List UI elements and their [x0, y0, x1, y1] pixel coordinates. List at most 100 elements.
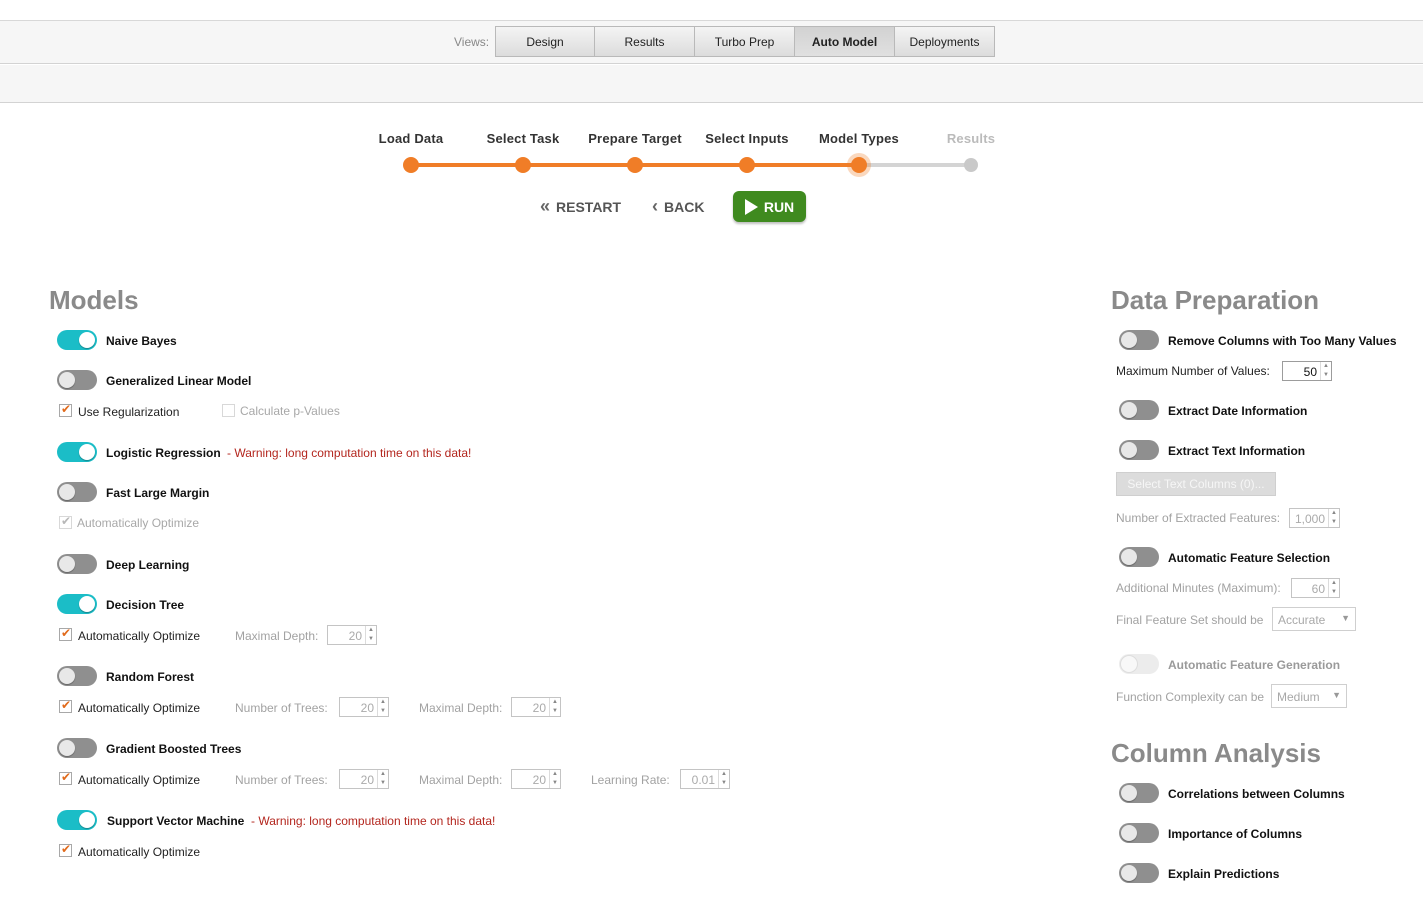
flm-auto-optimize-label: Automatically Optimize: [77, 516, 200, 530]
gbt-learning-rate-value: 0.01: [691, 773, 715, 787]
step-dot-select-task[interactable]: [515, 157, 531, 173]
step-dot-model-types[interactable]: [851, 157, 867, 173]
svm-auto-optimize-checkbox[interactable]: [59, 842, 72, 857]
dt-maximal-depth-value: 20: [348, 629, 362, 643]
rf-auto-optimize-checkbox[interactable]: [59, 698, 72, 713]
remove-columns-toggle[interactable]: [1119, 330, 1159, 350]
importance-toggle[interactable]: [1119, 823, 1159, 843]
feature-selection-toggle[interactable]: [1119, 547, 1159, 567]
restart-label: RESTART: [556, 198, 622, 215]
use-regularization-label: Use Regularization: [78, 405, 180, 419]
extract-text-toggle[interactable]: [1119, 440, 1159, 460]
final-feature-set-value: Accurate: [1278, 613, 1326, 627]
fast-large-margin-toggle[interactable]: [57, 482, 97, 502]
feature-generation-label: Automatic Feature Generation: [1168, 658, 1341, 672]
step-dot-select-inputs[interactable]: [739, 157, 755, 173]
svm-label: Support Vector Machine: [107, 814, 245, 828]
feature-selection-label: Automatic Feature Selection: [1168, 551, 1331, 565]
gbt-label: Gradient Boosted Trees: [106, 742, 242, 756]
max-values-spinner[interactable]: 50 ▲ ▼: [1282, 361, 1332, 381]
deep-learning-label: Deep Learning: [106, 558, 190, 572]
correlations-toggle[interactable]: [1119, 783, 1159, 803]
svm-warning: - Warning: long computation time on this…: [251, 814, 496, 828]
rf-num-trees-spinner[interactable]: 20 ▲ ▼: [339, 697, 389, 717]
final-feature-set-label: Final Feature Set should be: [1116, 613, 1264, 627]
step-dot-load-data[interactable]: [403, 157, 419, 173]
gbt-auto-optimize-checkbox[interactable]: [59, 770, 72, 785]
chevron-down-icon: ▼: [1341, 613, 1350, 623]
calculate-p-values-checkbox[interactable]: [222, 404, 235, 417]
spinner-arrows-icon[interactable]: ▲ ▼: [377, 698, 388, 716]
logistic-regression-warning: - Warning: long computation time on this…: [227, 446, 472, 460]
gbt-num-trees-value: 20: [360, 773, 374, 787]
chevron-down-icon: ▼: [1332, 690, 1341, 700]
naive-bayes-toggle[interactable]: [57, 330, 97, 350]
flm-auto-optimize-checkbox[interactable]: [59, 514, 72, 529]
glm-toggle[interactable]: [57, 370, 97, 390]
rf-maximal-depth-spinner[interactable]: 20 ▲ ▼: [511, 697, 561, 717]
step-results: Results: [946, 131, 996, 146]
max-values-label: Maximum Number of Values:: [1116, 364, 1270, 378]
tab-design[interactable]: Design: [495, 26, 595, 57]
gbt-learning-rate-label: Learning Rate:: [591, 773, 670, 787]
extract-date-toggle[interactable]: [1119, 400, 1159, 420]
restart-button[interactable]: « RESTART: [540, 191, 621, 222]
wizard-stepper: Load Data Select Task Prepare Target Sel…: [355, 128, 1035, 188]
tab-deployments[interactable]: Deployments: [895, 26, 995, 57]
spinner-arrows-icon[interactable]: ▲ ▼: [549, 770, 560, 788]
correlations-label: Correlations between Columns: [1168, 787, 1345, 801]
random-forest-toggle[interactable]: [57, 666, 97, 686]
extract-text-label: Extract Text Information: [1168, 444, 1306, 458]
tab-results[interactable]: Results: [595, 26, 695, 57]
random-forest-label: Random Forest: [106, 670, 195, 684]
spinner-arrows-icon[interactable]: ▲ ▼: [365, 626, 376, 644]
spinner-arrows-icon[interactable]: ▲ ▼: [1320, 362, 1331, 380]
spinner-arrows-icon[interactable]: ▲ ▼: [377, 770, 388, 788]
max-values-value: 50: [1303, 365, 1317, 379]
step-load-data[interactable]: Load Data: [351, 131, 471, 146]
step-model-types[interactable]: Model Types: [799, 131, 919, 146]
step-select-inputs[interactable]: Select Inputs: [687, 131, 807, 146]
tab-auto-model[interactable]: Auto Model: [795, 26, 895, 57]
dt-maximal-depth-label: Maximal Depth:: [235, 629, 319, 643]
column-analysis-title: Column Analysis: [1111, 738, 1321, 768]
extract-date-label: Extract Date Information: [1168, 404, 1308, 418]
extracted-features-spinner[interactable]: 1,000 ▲ ▼: [1289, 508, 1340, 528]
explain-predictions-label: Explain Predictions: [1168, 867, 1280, 881]
logistic-regression-label: Logistic Regression: [106, 446, 221, 460]
view-tabs: Design Results Turbo Prep Auto Model Dep…: [495, 26, 995, 57]
additional-minutes-spinner[interactable]: 60 ▲ ▼: [1291, 578, 1340, 598]
decision-tree-toggle[interactable]: [57, 594, 97, 614]
back-button[interactable]: ‹ BACK: [652, 191, 704, 222]
gbt-learning-rate-spinner[interactable]: 0.01 ▲ ▼: [680, 769, 730, 789]
feature-generation-toggle[interactable]: [1119, 654, 1159, 674]
gbt-num-trees-spinner[interactable]: 20 ▲ ▼: [339, 769, 389, 789]
function-complexity-select[interactable]: Medium ▼: [1271, 684, 1347, 708]
tab-turbo-prep[interactable]: Turbo Prep: [695, 26, 795, 57]
dt-auto-optimize-checkbox[interactable]: [59, 626, 72, 641]
deep-learning-toggle[interactable]: [57, 554, 97, 574]
run-button[interactable]: RUN: [733, 191, 806, 222]
use-regularization-checkbox[interactable]: [59, 402, 72, 417]
svm-toggle[interactable]: [57, 810, 97, 830]
step-prepare-target[interactable]: Prepare Target: [575, 131, 695, 146]
explain-predictions-toggle[interactable]: [1119, 863, 1159, 883]
extracted-features-value: 1,000: [1294, 512, 1325, 526]
spinner-arrows-icon[interactable]: ▲ ▼: [549, 698, 560, 716]
step-select-task[interactable]: Select Task: [463, 131, 583, 146]
select-text-columns-button[interactable]: Select Text Columns (0)...: [1116, 472, 1276, 496]
gbt-maximal-depth-spinner[interactable]: 20 ▲ ▼: [511, 769, 561, 789]
spinner-arrows-icon[interactable]: ▲ ▼: [718, 770, 729, 788]
gbt-maximal-depth-value: 20: [532, 773, 546, 787]
run-label: RUN: [763, 198, 795, 215]
step-dot-prepare-target[interactable]: [627, 157, 643, 173]
final-feature-set-select[interactable]: Accurate ▼: [1272, 607, 1356, 631]
spinner-arrows-icon[interactable]: ▲ ▼: [1328, 509, 1339, 527]
spinner-arrows-icon[interactable]: ▲ ▼: [1328, 579, 1339, 597]
dt-maximal-depth-spinner[interactable]: 20 ▲ ▼: [327, 625, 377, 645]
gbt-toggle[interactable]: [57, 738, 97, 758]
rf-num-trees-label: Number of Trees:: [235, 701, 328, 715]
calculate-p-values-label: Calculate p-Values: [240, 404, 340, 418]
logistic-regression-toggle[interactable]: [57, 442, 97, 462]
gbt-num-trees-label: Number of Trees:: [235, 773, 328, 787]
